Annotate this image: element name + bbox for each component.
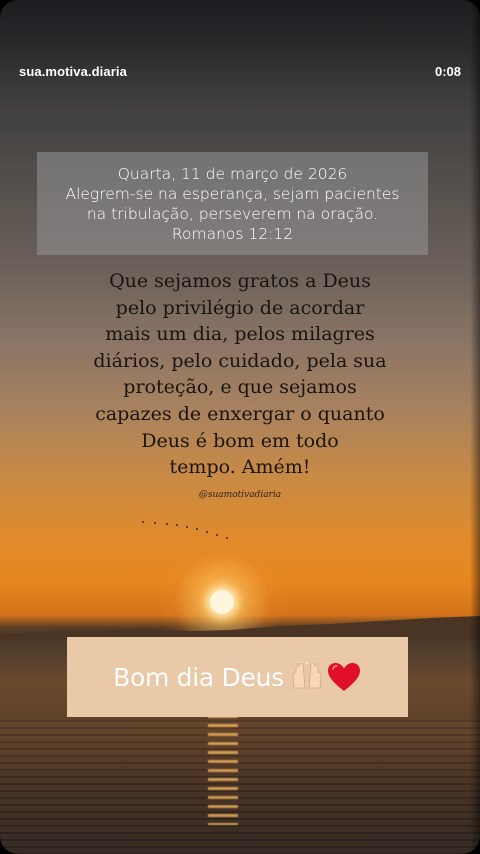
heart-icon bbox=[327, 663, 360, 691]
water-ripples bbox=[0, 720, 480, 854]
prayer-line: mais um dia, pelos milagres bbox=[105, 323, 375, 346]
bom-dia-sticker: Bom dia Deus bbox=[67, 637, 408, 717]
prayer-line: Que sejamos gratos a Deus bbox=[109, 270, 371, 292]
prayer-line: Deus é bom em todo bbox=[141, 429, 339, 452]
story-view[interactable]: sua.motiva.diaria 0:08 Quarta, 11 de mar… bbox=[0, 0, 480, 854]
prayer-line: proteção, e que sejamos bbox=[123, 376, 357, 399]
story-edge-shadow bbox=[470, 0, 480, 854]
verse-reference: Romanos 12:12 bbox=[171, 224, 294, 243]
prayer-line: tempo. Amém! bbox=[169, 456, 311, 479]
sun bbox=[210, 590, 234, 614]
sticker-text: Bom dia Deus bbox=[113, 662, 284, 692]
elapsed-time: 0:08 bbox=[434, 64, 461, 79]
account-name[interactable]: sua.motiva.diaria bbox=[19, 64, 127, 79]
prayer-line: capazes de enxergar o quanto bbox=[95, 402, 385, 425]
verse-date: Quarta, 11 de março de 2026 bbox=[117, 164, 348, 183]
story-header: sua.motiva.diaria 0:08 bbox=[0, 0, 480, 95]
prayer-line: diários, pelo cuidado, pela sua bbox=[93, 349, 387, 372]
raised-hands-icon bbox=[292, 662, 322, 689]
watermark-handle: @suamotivadiaria bbox=[198, 490, 282, 500]
prayer-text: Que sejamos gratos a Deus pelo privilégi… bbox=[60, 268, 420, 481]
verse-line: Alegrem-se na esperança, sejam pacientes bbox=[65, 184, 400, 203]
prayer-line: pelo privilégio de acordar bbox=[115, 296, 365, 319]
verse-overlay: Quarta, 11 de março de 2026 Alegrem-se n… bbox=[37, 152, 428, 255]
birds-flock bbox=[140, 518, 240, 542]
sun-reflection bbox=[208, 715, 238, 825]
verse-line: na tribulação, perseverem na oração. bbox=[86, 204, 379, 223]
distant-hills bbox=[0, 616, 480, 640]
